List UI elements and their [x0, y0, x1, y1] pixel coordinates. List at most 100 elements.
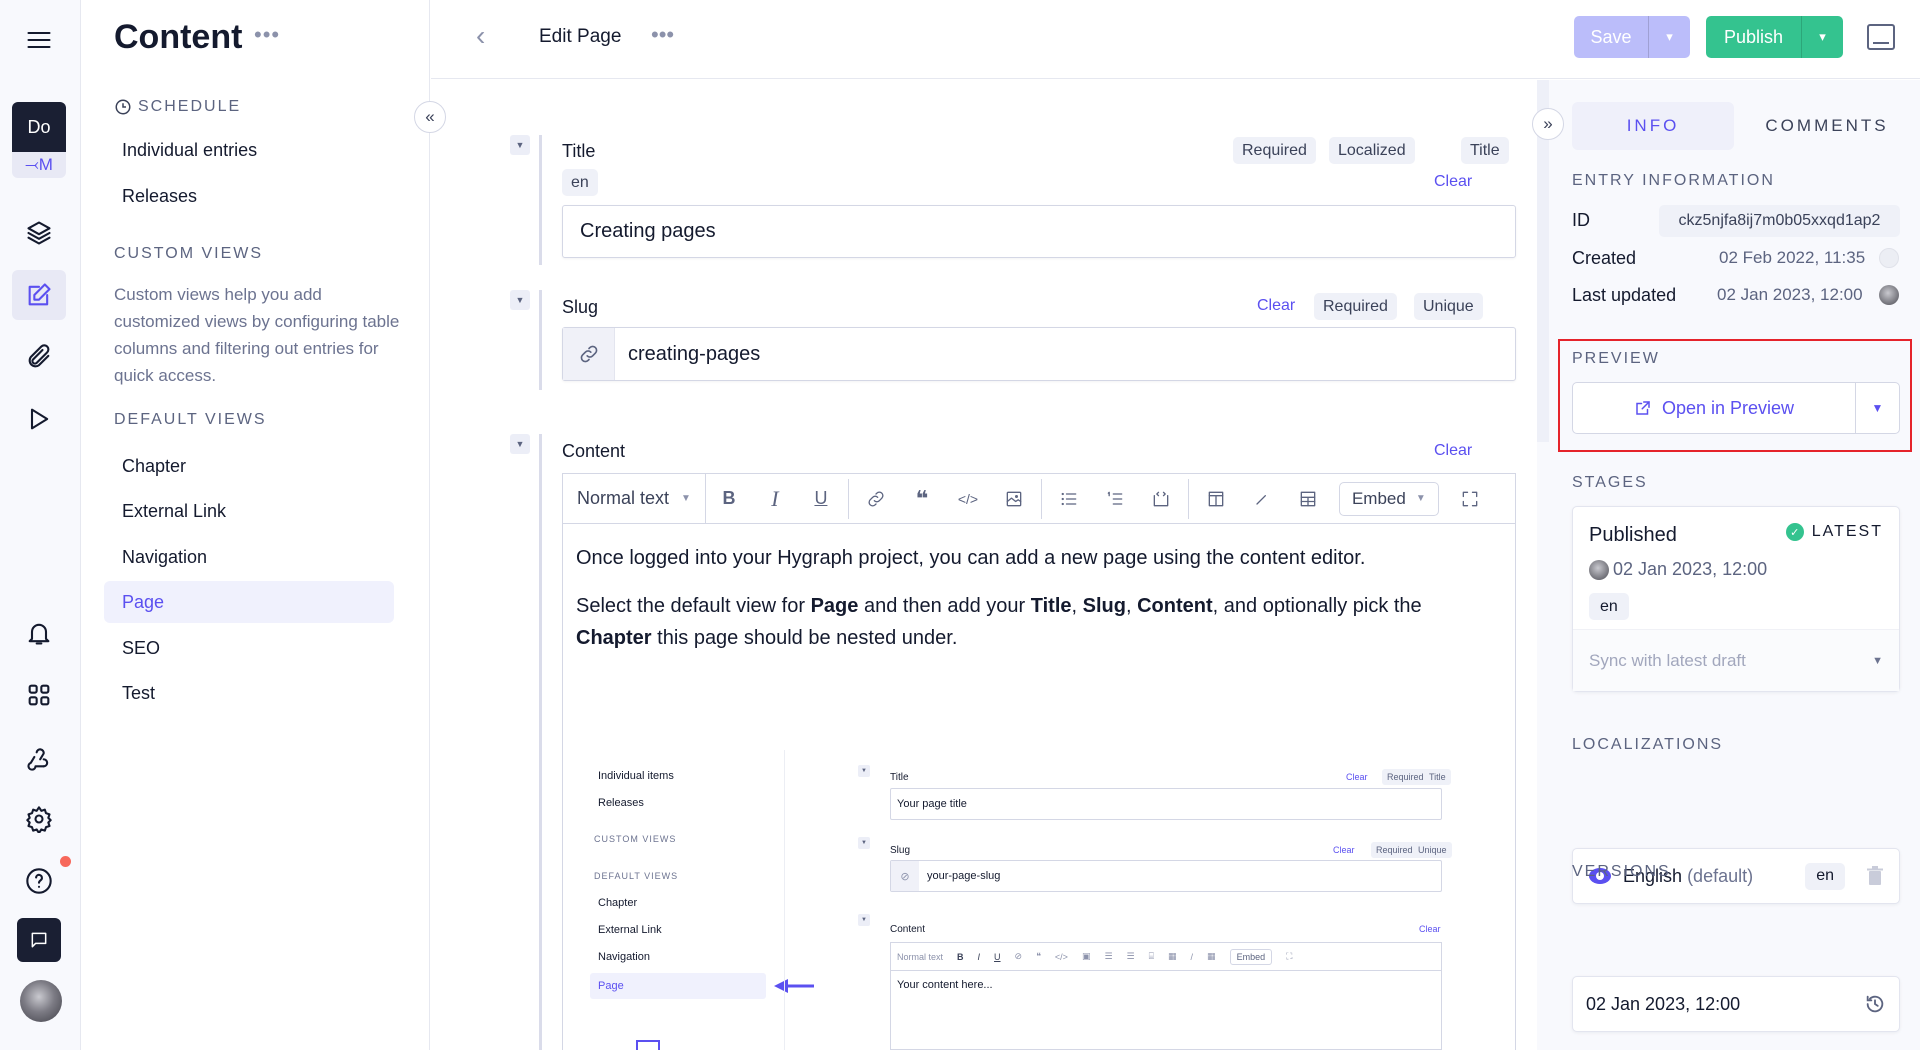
history-icon[interactable] [1864, 993, 1886, 1015]
title-field-label: Title [562, 141, 596, 161]
publish-button-group: Publish ▾ [1706, 16, 1843, 58]
collapse-content-field-button[interactable]: ▼ [510, 434, 530, 454]
stage-name: Published [1589, 524, 1677, 546]
help-icon[interactable] [12, 856, 66, 906]
link-icon[interactable] [853, 474, 899, 523]
external-link-icon [1636, 401, 1650, 415]
sync-with-draft-select[interactable]: Sync with latest draft ▼ [1573, 629, 1899, 691]
apps-grid-icon[interactable] [12, 670, 66, 720]
schedule-section-title: SCHEDULE [114, 98, 241, 116]
code-block-icon[interactable] [1138, 474, 1184, 523]
text-format-select[interactable]: Normal text ▼ [573, 474, 706, 523]
field-rail [539, 290, 542, 390]
embedded-screenshot-image: Individual items Releases CUSTOM VIEWS D… [562, 750, 1516, 1050]
sidebar-item-navigation[interactable]: Navigation [104, 536, 394, 578]
sidebar-item-test[interactable]: Test [104, 672, 394, 714]
last-updated-value: 02 Jan 2023, 12:00 [1717, 285, 1863, 304]
updater-avatar [1879, 285, 1899, 305]
publish-options-chevron-icon[interactable]: ▾ [1801, 16, 1843, 58]
sidebar-item-individual-entries[interactable]: Individual entries [104, 129, 394, 171]
pen-icon[interactable] [1239, 474, 1285, 523]
version-row[interactable]: 02 Jan 2023, 12:00 [1572, 976, 1900, 1032]
caret-down-icon: ▼ [681, 493, 691, 504]
entry-more-button[interactable]: ••• [651, 22, 674, 48]
expand-panel-button[interactable]: » [1532, 108, 1564, 140]
numbered-list-icon[interactable] [1092, 474, 1138, 523]
open-in-preview-button[interactable]: Open in Preview [1573, 383, 1855, 433]
custom-views-description: Custom views help you add customized vie… [114, 285, 400, 385]
id-label: ID [1572, 210, 1590, 230]
field-rail [539, 135, 542, 265]
bell-icon[interactable] [12, 608, 66, 658]
code-icon[interactable]: </> [945, 474, 991, 523]
back-button[interactable]: ‹ [476, 20, 485, 52]
publish-button[interactable]: Publish [1706, 16, 1801, 58]
paragraph: Select the default view for Page and the… [576, 595, 1422, 649]
entry-id-value[interactable]: ckz5njfa8ij7m0b05xxqd1ap2 [1659, 205, 1900, 237]
environment-badge: ⤙ M [12, 152, 66, 178]
branch-icon: ⤙ [25, 155, 39, 174]
content-edit-icon[interactable] [12, 270, 66, 320]
save-button[interactable]: Save [1574, 16, 1648, 58]
webhook-icon[interactable] [12, 732, 66, 782]
tab-comments[interactable]: COMMENTS [1742, 102, 1912, 150]
content-clear-button[interactable]: Clear [1434, 442, 1472, 460]
title-tag-title: Title [1461, 137, 1509, 164]
layout-icon[interactable] [1193, 474, 1239, 523]
title-locale-badge: en [562, 169, 598, 196]
fullscreen-icon[interactable] [1447, 474, 1493, 523]
bulleted-list-icon[interactable] [1046, 474, 1092, 523]
toggle-panel-icon[interactable] [1867, 24, 1895, 50]
localizations-title: LOCALIZATIONS [1572, 736, 1724, 753]
stage-date: 02 Jan 2023, 12:00 [1589, 559, 1767, 580]
slug-input[interactable]: creating-pages [562, 327, 1516, 381]
preview-options-chevron-icon[interactable]: ▼ [1855, 383, 1899, 433]
save-options-chevron-icon[interactable]: ▾ [1648, 16, 1690, 58]
sidebar-item-external-link[interactable]: External Link [104, 490, 394, 532]
slug-tag-required: Required [1314, 293, 1397, 320]
stage-card: Published ✓ LATEST 02 Jan 2023, 12:00 en … [1572, 506, 1900, 692]
title-input[interactable]: Creating pages [562, 205, 1516, 258]
versions-title: VERSIONS [1572, 863, 1671, 880]
editor-header: ‹ Edit Page ••• Save ▾ Publish ▾ [431, 0, 1920, 79]
assets-paperclip-icon[interactable] [12, 332, 66, 382]
chat-icon[interactable] [17, 918, 61, 962]
table-icon[interactable] [1285, 474, 1331, 523]
schema-layers-icon[interactable] [12, 208, 66, 258]
tab-info[interactable]: INFO [1572, 102, 1734, 150]
sidebar-item-seo[interactable]: SEO [104, 627, 394, 669]
playground-play-icon[interactable] [12, 394, 66, 444]
embed-select[interactable]: Embed ▼ [1338, 481, 1439, 516]
menu-icon[interactable] [12, 15, 66, 65]
slug-field-label: Slug [562, 297, 599, 317]
project-name: Do [12, 102, 66, 152]
sidebar-more-button[interactable]: ••• [254, 22, 280, 48]
italic-icon[interactable]: I [752, 474, 798, 523]
user-avatar[interactable] [20, 980, 62, 1022]
bold-icon[interactable]: B [706, 474, 752, 523]
trash-icon[interactable] [1867, 866, 1883, 886]
collapse-slug-field-button[interactable]: ▼ [510, 290, 530, 310]
image-icon[interactable] [991, 474, 1037, 523]
locale-code-badge: en [1805, 862, 1845, 890]
paragraph: Once logged into your Hygraph project, y… [576, 547, 1366, 569]
collapse-sidebar-button[interactable]: « [414, 101, 446, 133]
settings-gear-icon[interactable] [12, 794, 66, 844]
title-clear-button[interactable]: Clear [1434, 173, 1472, 191]
rich-text-content[interactable]: Once logged into your Hygraph project, y… [563, 524, 1515, 688]
project-switcher[interactable]: Do ⤙ M [12, 102, 66, 178]
underline-icon[interactable]: U [798, 474, 844, 523]
sidebar-item-page[interactable]: Page [104, 581, 394, 623]
clock-icon [115, 99, 131, 115]
stage-locale-badge: en [1589, 593, 1629, 620]
caret-down-icon: ▼ [1872, 654, 1883, 667]
entry-info-panel: INFO COMMENTS ENTRY INFORMATION ID ckz5n… [1537, 80, 1920, 1050]
sidebar-item-releases[interactable]: Releases [104, 175, 394, 217]
quote-icon[interactable]: ❝ [899, 474, 945, 523]
slug-tag-unique: Unique [1414, 293, 1483, 320]
sidebar-item-chapter[interactable]: Chapter [104, 445, 394, 487]
default-views-title: DEFAULT VIEWS [114, 411, 267, 428]
collapse-title-field-button[interactable]: ▼ [510, 135, 530, 155]
link-icon [563, 328, 615, 380]
slug-clear-button[interactable]: Clear [1257, 297, 1295, 315]
